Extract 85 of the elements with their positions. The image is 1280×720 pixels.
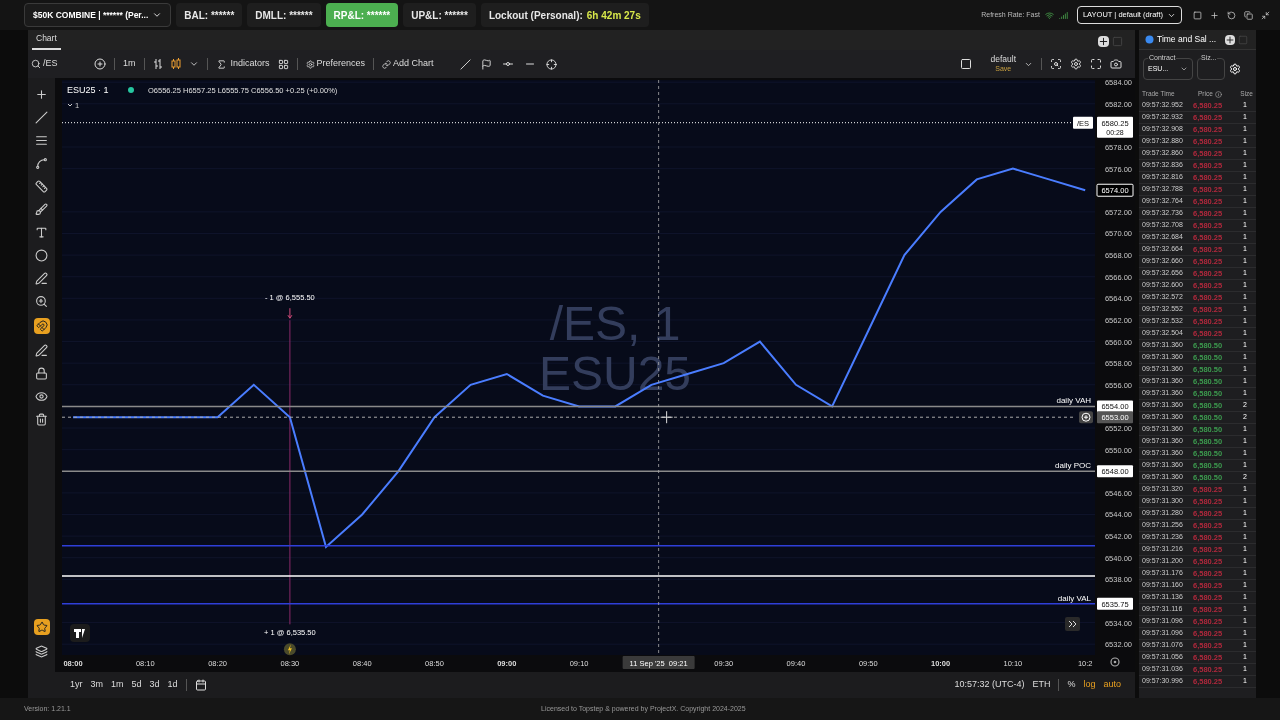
- pen-icon[interactable]: [35, 344, 48, 357]
- chart-watermark: ESU25: [538, 347, 692, 400]
- chart-watermark: /ES, 1: [549, 297, 681, 350]
- logo-icon: [70, 624, 90, 642]
- wifi-icon: [1044, 10, 1054, 20]
- collapse-icon[interactable]: [67, 103, 73, 107]
- info-icon: [1214, 90, 1222, 98]
- account-stat: DMLL: ******: [247, 3, 321, 27]
- flag-icon[interactable]: [480, 58, 492, 70]
- template-name[interactable]: default: [990, 55, 1016, 64]
- layers-icon[interactable]: [35, 645, 48, 658]
- add-icon[interactable]: [1210, 10, 1219, 20]
- grid-icon[interactable]: [277, 58, 289, 70]
- arrow-icon: [287, 307, 293, 319]
- lockout-value: 6h 42m 27s: [586, 8, 641, 23]
- range-button[interactable]: 1yr: [70, 678, 83, 692]
- calendar-icon[interactable]: [194, 679, 207, 691]
- link-icon: [382, 59, 392, 69]
- level-label: daily VAL: [1057, 593, 1091, 603]
- scan-icon[interactable]: [1050, 58, 1062, 70]
- scale-option[interactable]: %: [1067, 678, 1076, 692]
- range-button[interactable]: 1d: [167, 678, 178, 692]
- legend-symbol: ESU25 · 1: [67, 85, 109, 95]
- trend-line-icon[interactable]: [459, 58, 471, 70]
- magnet-icon[interactable]: [33, 318, 50, 334]
- curve-icon[interactable]: [35, 157, 48, 170]
- square-icon[interactable]: [960, 58, 973, 70]
- copy-icon[interactable]: [1244, 10, 1253, 20]
- crosshair-icon[interactable]: [35, 88, 48, 101]
- add-chart-button[interactable]: Add Chart: [382, 57, 434, 71]
- account-dropdown[interactable]: $50K COMBINE | ****** (Per...: [24, 3, 172, 27]
- pen-icon[interactable]: [35, 272, 48, 285]
- crosshair-cursor-icon: [660, 410, 674, 424]
- level-label: daily POC: [1055, 461, 1091, 471]
- camera-icon[interactable]: [1110, 58, 1122, 70]
- undo-icon[interactable]: [1227, 10, 1236, 20]
- settings-icon[interactable]: [1110, 657, 1120, 667]
- signal-icon: [1058, 10, 1068, 20]
- line-icon[interactable]: [35, 111, 48, 124]
- caret-icon: [152, 10, 163, 20]
- lockout-label: Lockout (Personal):: [488, 8, 583, 23]
- function-icon: [215, 58, 227, 70]
- add-panel-icon[interactable]: [1098, 36, 1109, 47]
- eye-icon[interactable]: [35, 390, 48, 403]
- star-icon[interactable]: [33, 619, 50, 635]
- gear-icon: [305, 59, 315, 69]
- collapse-icon[interactable]: [1261, 10, 1270, 20]
- candles-icon[interactable]: [170, 58, 181, 70]
- account-stat: UP&L: ******: [403, 3, 476, 27]
- level-label: daily VAH: [1056, 396, 1091, 406]
- lock-icon[interactable]: [35, 367, 48, 380]
- zoom-icon[interactable]: [35, 295, 48, 308]
- circle-icon[interactable]: [35, 249, 48, 262]
- preferences-button[interactable]: Preferences: [305, 57, 366, 71]
- scale-option[interactable]: auto: [1103, 678, 1121, 692]
- search-icon: [31, 59, 41, 69]
- clock-time: 10:57:32 (UTC-4): [954, 678, 1025, 692]
- lines-icon[interactable]: [35, 134, 48, 147]
- range-button[interactable]: 3d: [149, 678, 160, 692]
- add-panel-icon[interactable]: [1225, 34, 1236, 45]
- text-icon[interactable]: [35, 226, 48, 239]
- add-level-icon[interactable]: [1079, 411, 1093, 424]
- symbol-search[interactable]: /ES: [31, 57, 86, 71]
- status-dot: [128, 87, 134, 93]
- fullscreen-icon[interactable]: [1090, 58, 1102, 70]
- interval-button[interactable]: 1m: [123, 57, 136, 71]
- range-button[interactable]: 1m: [111, 678, 124, 692]
- lightning-icon: [283, 643, 296, 656]
- account-stat: RP&L: ******: [325, 3, 399, 27]
- account-stat: BAL: ******: [176, 3, 243, 27]
- scroll-right-button[interactable]: [1065, 617, 1080, 631]
- trash-icon[interactable]: [35, 413, 48, 426]
- chevron-icon[interactable]: [188, 59, 199, 69]
- scale-option[interactable]: log: [1083, 678, 1096, 692]
- compare-icon[interactable]: [94, 58, 106, 70]
- crosshair-icon[interactable]: [545, 58, 557, 70]
- globe-icon: [1145, 35, 1154, 44]
- range-button[interactable]: 5d: [131, 678, 142, 692]
- bars-icon[interactable]: [152, 58, 163, 70]
- indicators-button[interactable]: Indicators: [215, 57, 270, 71]
- range-button[interactable]: 3m: [90, 678, 104, 692]
- session-button[interactable]: ETH: [1032, 678, 1051, 692]
- ruler-icon[interactable]: [35, 180, 48, 193]
- caret-icon: [1180, 65, 1188, 73]
- brush-icon[interactable]: [35, 203, 48, 216]
